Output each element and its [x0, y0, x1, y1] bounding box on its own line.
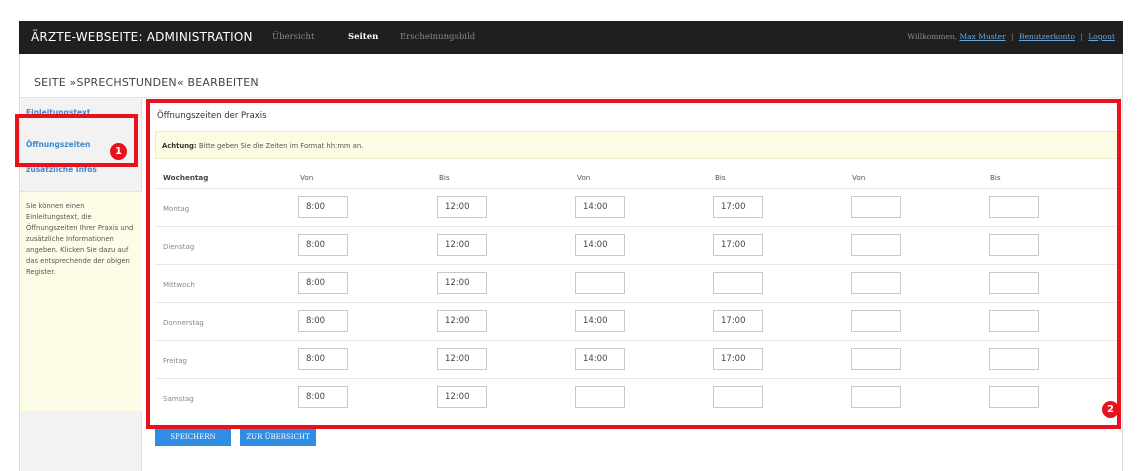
annotation-highlight-main: [146, 99, 1121, 429]
top-navbar: ÄRZTE-WEBSEITE: ADMINISTRATION Übersicht…: [19, 21, 1123, 54]
user-name-link[interactable]: Max Muster: [960, 32, 1006, 41]
logout-link[interactable]: Logout: [1088, 32, 1115, 41]
user-menu: Willkommen, Max Muster | Benutzerkonto |…: [907, 32, 1115, 41]
separator: |: [1011, 32, 1014, 41]
sidebar-hint: Sie können einen Einleitungstext, die Öf…: [20, 191, 142, 411]
nav-item-erscheinungsbild[interactable]: Erscheinungsbild: [400, 32, 475, 42]
app-title: ÄRZTE-WEBSEITE: ADMINISTRATION: [31, 30, 253, 44]
nav-item-uebersicht[interactable]: Übersicht: [272, 32, 314, 42]
nav-item-seiten[interactable]: Seiten: [348, 32, 378, 42]
divider: [20, 97, 1122, 98]
welcome-text: Willkommen,: [907, 32, 958, 41]
account-link[interactable]: Benutzerkonto: [1019, 32, 1075, 41]
page-title: SEITE »SPRECHSTUNDEN« BEARBEITEN: [34, 76, 259, 89]
separator: |: [1080, 32, 1083, 41]
overview-button[interactable]: ZUR ÜBERSICHT: [240, 428, 316, 446]
annotation-badge-1: 1: [110, 143, 127, 160]
save-button[interactable]: SPEICHERN: [155, 428, 231, 446]
page: ÄRZTE-WEBSEITE: ADMINISTRATION Übersicht…: [0, 0, 1137, 471]
annotation-badge-2: 2: [1102, 401, 1119, 418]
